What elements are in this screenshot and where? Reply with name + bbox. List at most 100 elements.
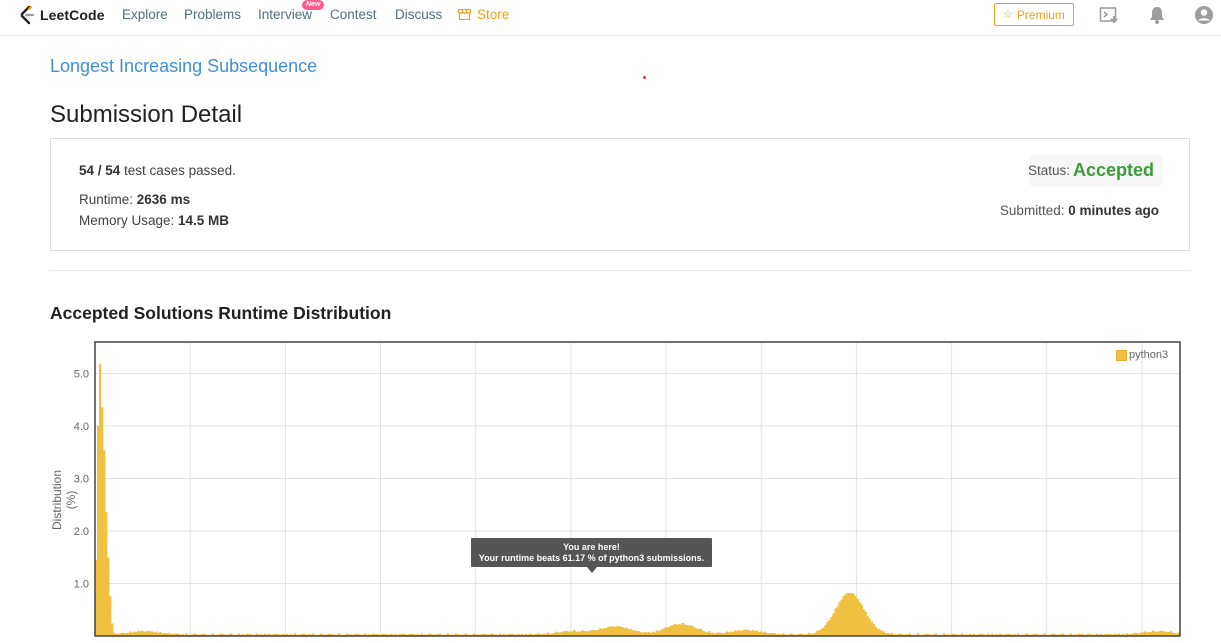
status-value: Accepted [1072,160,1154,180]
distribution-bar [591,629,594,636]
distribution-bar [822,627,825,636]
distribution-bar [697,629,701,636]
distribution-bar [860,604,863,636]
distribution-bar [832,613,835,636]
distribution-bar [621,627,624,636]
nav-explore[interactable]: Explore [122,7,168,22]
distribution-bar [565,630,568,636]
status-label: Status: [1027,163,1070,178]
distribution-bar [687,625,691,636]
distribution-bar [141,630,144,636]
distribution-bar [599,628,602,636]
distribution-bar [743,629,747,636]
distribution-bar [601,629,604,636]
logo[interactable]: LeetCode [18,5,105,25]
distribution-bar [595,630,598,636]
distribution-bar [611,626,614,636]
distribution-bar [818,630,821,636]
distribution-bar [699,628,703,636]
nav-discuss[interactable]: Discuss [395,7,442,22]
memory-label: Memory Usage: [79,213,179,228]
chart-svg: 1.02.03.04.05.0 [74,341,1181,637]
bell-icon[interactable] [1147,5,1167,25]
section-title: Accepted Solutions Runtime Distribution [50,303,392,323]
premium-button[interactable]: ☆ Premium [994,3,1074,26]
distribution-bar [850,593,853,636]
runtime-label: Runtime: [79,192,137,207]
debugger-icon[interactable] [1099,5,1119,25]
distribution-bar [848,593,851,636]
y-tick-label: 1.0 [74,579,89,591]
distribution-bar [733,630,737,636]
distribution-bar [864,611,867,636]
distribution-bar [750,630,753,636]
distribution-bar [846,592,849,636]
distribution-bar [635,630,638,636]
distribution-bar [655,630,658,636]
distribution-bar [748,630,751,636]
distribution-bar [695,628,699,636]
distribution-bar [667,627,670,636]
distribution-bar [137,630,140,636]
distribution-bar [741,630,745,636]
y-tick-label: 4.0 [74,421,89,433]
distribution-bar [609,626,612,636]
submitted-value: 0 minutes ago [1068,203,1159,218]
distribution-bar [97,425,100,636]
leetcode-logo-icon [20,5,35,25]
distribution-bar [657,630,660,636]
distribution-bar [605,628,608,636]
distribution-bar [870,621,873,636]
distribution-bar [838,602,841,636]
distribution-bar [671,625,674,636]
chart-legend[interactable]: python3 [1116,349,1168,361]
distribution-bar [856,598,859,636]
tooltip-arrow [587,567,597,573]
nav-problems[interactable]: Problems [184,7,241,22]
legend-swatch [1116,349,1127,361]
user-avatar-icon[interactable] [1194,5,1214,25]
distribution-bar [685,625,689,636]
distribution-bar [693,627,697,636]
distribution-bar [625,627,628,636]
plot-frame [94,341,1181,637]
distribution-bar [617,625,620,636]
distribution-bar [103,450,106,636]
premium-label: Premium [1016,7,1065,22]
distribution-bar [107,557,110,636]
distribution-bar [681,622,685,636]
brand-name: LeetCode [40,7,105,23]
distribution-bar [826,621,829,636]
test-cases-suffix: test cases passed. [120,163,236,178]
distribution-bar [105,512,108,636]
distribution-bar [739,630,743,636]
distribution-bar [844,594,847,636]
distribution-bar [629,628,632,636]
submitted-label: Submitted: [999,203,1069,218]
top-nav: LeetCode Explore Problems Interview New … [0,0,1221,36]
distribution-bar [866,616,869,636]
distribution-bar [876,628,879,636]
distribution-bar [852,593,855,636]
runtime-value: 2636 ms [136,192,191,207]
problem-title-link[interactable]: Longest Increasing Subsequence [50,56,317,77]
distribution-bar [737,630,741,636]
nav-contest[interactable]: Contest [330,7,377,22]
distribution-bar [756,630,759,636]
distribution-bar [573,630,576,636]
distribution-bar [746,629,749,636]
distribution-bar [874,626,877,636]
nav-store[interactable]: Store [477,7,509,22]
tooltip-text: Your runtime beats 61.17 % of python3 su… [478,553,705,563]
test-cases-count: 54 / 54 [79,163,121,178]
distribution-bar [109,596,112,636]
submission-detail-card: 54 / 54 test cases passed. Runtime: 2636… [50,138,1190,251]
submitted-row: Submitted: 0 minutes ago [1000,203,1159,218]
test-cases-result: 54 / 54 test cases passed. [79,163,236,178]
distribution-bar [1159,630,1163,636]
distribution-bar [1151,630,1155,636]
distribution-bar [633,630,636,636]
distribution-bar [581,630,584,636]
y-axis-label: Distribution (%) [50,469,78,530]
distribution-bar [101,407,104,636]
